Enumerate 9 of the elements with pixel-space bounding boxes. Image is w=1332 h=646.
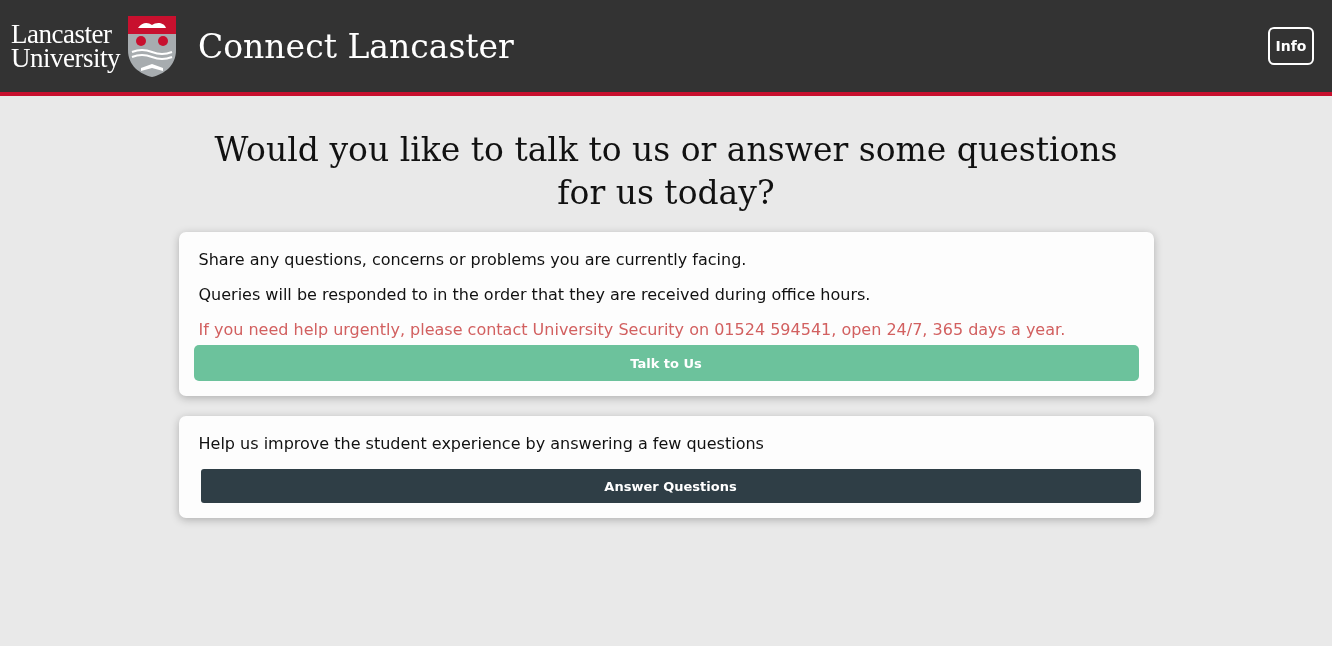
card-text: Queries will be responded to in the order that they are received during office hours. (198, 285, 872, 304)
info-button[interactable]: Info (1268, 27, 1314, 65)
action-button[interactable]: Answer Questions (200, 469, 1141, 503)
shield-crest-icon (126, 14, 178, 78)
card-text: If you need help urgently, please contact University Security on 01524 594541, open 24/7, 365 days a year. (198, 320, 1067, 339)
page-heading: Would you like to talk to us or answer some questions for us today? (213, 129, 1119, 214)
app-title: Connect Lancaster (198, 26, 514, 66)
card-text: Help us improve the student experience by answering a few questions (198, 434, 765, 453)
card-text: Share any questions, concerns or problems you are currently facing. (198, 250, 748, 269)
